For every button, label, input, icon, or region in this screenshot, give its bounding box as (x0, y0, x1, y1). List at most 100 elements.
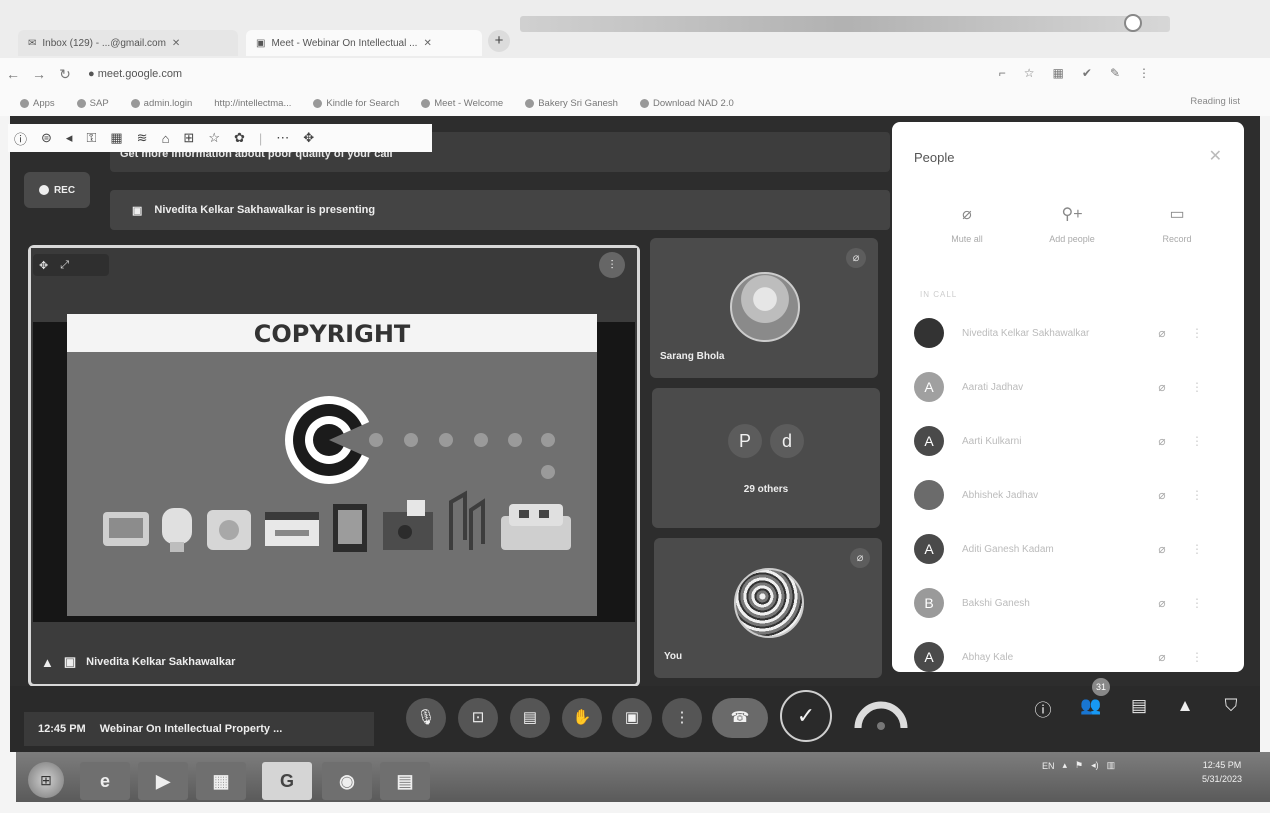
pin-icon[interactable]: ✥ (39, 259, 48, 272)
mic-off-icon[interactable]: ⌀ (1142, 380, 1182, 394)
start-button[interactable]: ⊞ (28, 762, 64, 798)
mic-off-icon[interactable]: ⌀ (1142, 650, 1182, 664)
mic-off-icon[interactable]: ⌀ (1142, 488, 1182, 502)
bookmark-icon[interactable]: ⌂ (162, 131, 170, 146)
presentation-tile[interactable]: ✥ ⤢ ⫶ COPYRIGHT ▲ ▣ Nivedita Kelkar Sakh… (28, 245, 640, 687)
show-hidden-icons[interactable]: ▴ (1063, 760, 1068, 771)
taskbar-app[interactable]: ◉ (322, 762, 372, 800)
more-options-icon[interactable]: ⋮ (1182, 542, 1212, 556)
activities-button[interactable]: ▲ (1170, 696, 1200, 716)
address-bar[interactable]: ● meet.google.com (88, 68, 182, 80)
check-icon[interactable]: ✔ (1082, 66, 1092, 80)
chrome-profile-icon[interactable] (1124, 14, 1142, 32)
close-icon[interactable]: ✕ (172, 38, 180, 49)
puzzle-icon[interactable]: ✿ (234, 130, 245, 146)
menu-icon[interactable]: ⋮ (1138, 66, 1150, 80)
wifi-icon[interactable]: ≋ (137, 130, 148, 146)
participant-tile[interactable]: ⌀ Sarang Bhola (650, 238, 878, 378)
taskbar-ie[interactable]: e (80, 762, 130, 800)
participant-row[interactable]: A Aarti Kulkarni ⌀ ⋮ (914, 424, 1234, 458)
flag-icon[interactable]: ⚑ (1075, 760, 1083, 771)
volume-icon[interactable]: ◂) (1091, 760, 1099, 771)
meeting-details[interactable]: 12:45 PM Webinar On Intellectual Propert… (24, 712, 374, 746)
more-options-icon[interactable]: ⋮ (1182, 380, 1212, 394)
back-icon[interactable]: ← (0, 66, 26, 82)
more-options-button[interactable]: ⋮ (662, 698, 702, 738)
star-icon[interactable]: ☆ (1024, 66, 1035, 80)
mic-off-icon[interactable]: ⌀ (1142, 596, 1182, 610)
mic-off-icon[interactable]: ⌀ (1142, 542, 1182, 556)
taskbar-clock[interactable]: 12:45 PM 5/31/2023 (1192, 752, 1252, 786)
lock-icon[interactable]: ⚿ (86, 130, 96, 146)
participant-row[interactable]: A Aditi Ganesh Kadam ⌀ ⋮ (914, 532, 1234, 566)
chat-button[interactable]: ▤ (1124, 696, 1154, 716)
mic-button[interactable]: 🎙 (406, 698, 446, 738)
fullscreen-icon[interactable]: ⤢ (60, 259, 69, 272)
camera-button[interactable]: ⊡ (458, 698, 498, 738)
mute-all-button[interactable]: ⌀ Mute all (922, 204, 1012, 244)
bookmark-item[interactable]: Meet - Welcome (421, 98, 503, 109)
presenting-banner[interactable]: ▣ Nivedita Kelkar Sakhawalkar is present… (110, 190, 890, 230)
participant-row[interactable]: B Bakshi Ganesh ⌀ ⋮ (914, 586, 1234, 620)
tab-meet[interactable]: ▣ Meet - Webinar On Intellectual ... ✕ (246, 30, 482, 56)
pin-icon[interactable]: ▲ (41, 655, 54, 670)
camera-icon[interactable]: ⊜ (41, 130, 52, 146)
language-indicator[interactable]: EN (1042, 761, 1055, 771)
others-tile[interactable]: P d 29 others (652, 388, 880, 528)
leave-call-button[interactable]: ☎ (712, 698, 768, 738)
participant-row[interactable]: A Aarati Jadhav ⌀ ⋮ (914, 370, 1234, 404)
record-button[interactable]: ▭ Record (1132, 204, 1222, 244)
close-icon[interactable]: ✕ (423, 38, 431, 49)
puzzle-icon[interactable]: ✎ (1110, 66, 1120, 80)
mic-off-icon[interactable]: ⌀ (1142, 434, 1182, 448)
bookmark-item[interactable]: Bakery Sri Ganesh (525, 98, 618, 109)
bookmark-item[interactable]: SAP (76, 98, 109, 109)
host-controls-button[interactable]: ⛉ (1216, 696, 1246, 716)
more-options-icon[interactable]: ⋮ (1182, 650, 1212, 664)
forward-icon[interactable]: → (26, 66, 52, 82)
close-icon[interactable]: ✕ (1209, 146, 1222, 166)
taskbar-explorer[interactable]: ▦ (196, 762, 246, 800)
new-tab-button[interactable]: + (488, 30, 510, 52)
network-icon[interactable]: ▥ (1107, 760, 1116, 771)
more-options-icon[interactable]: ⋮ (1182, 596, 1212, 610)
bookmark-item[interactable]: Kindle for Search (313, 98, 399, 109)
bookmark-item[interactable]: http://intellectma... (214, 98, 291, 109)
participant-row[interactable]: A Abhay Kale ⌀ ⋮ (914, 640, 1234, 672)
taskbar-chrome[interactable]: G (262, 762, 312, 800)
activity-gauge-icon[interactable] (852, 686, 910, 736)
reading-list[interactable]: Reading list (1190, 96, 1240, 107)
people-button[interactable]: 👥 (1076, 696, 1106, 716)
grid-icon[interactable]: ▦ (1053, 66, 1064, 80)
audio-level-icon: ⫶ (599, 252, 625, 278)
recording-indicator[interactable]: REC (24, 172, 90, 208)
add-people-button[interactable]: ⚲+ Add people (1027, 204, 1117, 244)
bookmark-item[interactable]: admin.login (130, 98, 192, 109)
grid-icon[interactable]: ▦ (110, 130, 122, 146)
participant-row[interactable]: Nivedita Kelkar Sakhawalkar ⌀ ⋮ (914, 316, 1234, 350)
bookmark-item[interactable]: Download NAD 2.0 (639, 98, 734, 109)
tab-icon[interactable]: ⊞ (183, 130, 194, 146)
more-options-icon[interactable]: ⋮ (1182, 434, 1212, 448)
taskbar-app[interactable]: ▤ (380, 762, 430, 800)
self-tile[interactable]: ⌀ You (654, 538, 882, 678)
star-icon[interactable]: ☆ (208, 130, 220, 146)
info-icon[interactable]: ⓘ (14, 129, 27, 148)
taskbar-media[interactable]: ▶ (138, 762, 188, 800)
checkmark-button[interactable]: ✓ (780, 690, 832, 742)
reload-icon[interactable]: ↻ (52, 66, 78, 83)
more-options-icon[interactable]: ⋮ (1182, 488, 1212, 502)
raise-hand-button[interactable]: ✋ (562, 698, 602, 738)
present-button[interactable]: ▣ (612, 698, 652, 738)
move-icon[interactable]: ✥ (303, 130, 314, 146)
key-icon[interactable]: ⌐ (999, 66, 1006, 80)
speaker-icon[interactable]: ◂ (66, 130, 73, 146)
info-button[interactable]: ⓘ (1028, 696, 1058, 721)
mic-off-icon[interactable]: ⌀ (1142, 326, 1182, 340)
more-options-icon[interactable]: ⋮ (1182, 326, 1212, 340)
more-icon[interactable]: ⋯ (276, 130, 289, 146)
captions-button[interactable]: ▤ (510, 698, 550, 738)
tab-gmail[interactable]: ✉ Inbox (129) - ...@gmail.com ✕ (18, 30, 238, 56)
participant-row[interactable]: Abhishek Jadhav ⌀ ⋮ (914, 478, 1234, 512)
bookmark-item[interactable]: Apps (20, 98, 55, 109)
